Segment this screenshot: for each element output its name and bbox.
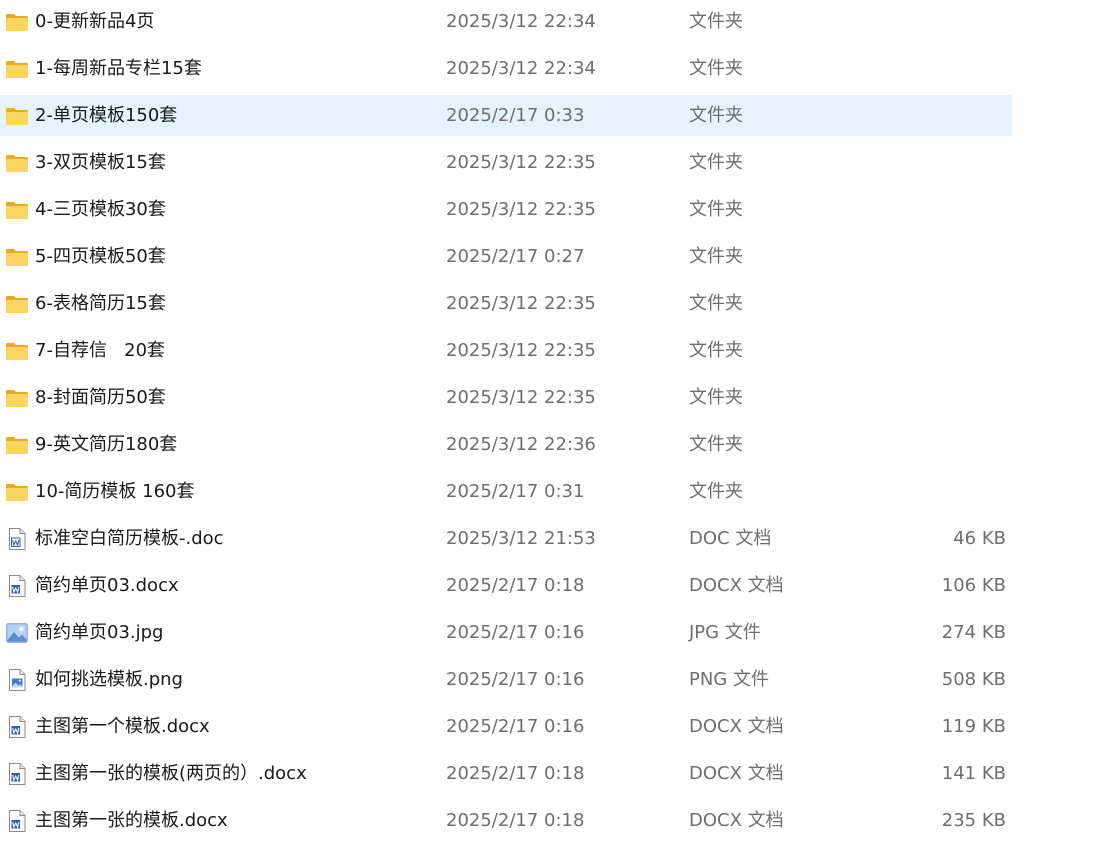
file-size: 274 KB bbox=[941, 622, 1006, 643]
word-doc-icon bbox=[5, 527, 29, 551]
folder-icon bbox=[5, 57, 29, 81]
folder-icon bbox=[5, 480, 29, 504]
file-row[interactable]: 5-四页模板50套 2025/2/17 0:27 文件夹 bbox=[0, 236, 1012, 277]
file-date-modified: 2025/2/17 0:18 bbox=[446, 810, 585, 831]
file-name: 主图第一张的模板.docx bbox=[35, 810, 228, 831]
file-size: 119 KB bbox=[941, 716, 1006, 737]
file-row[interactable]: 2-单页模板150套 2025/2/17 0:33 文件夹 bbox=[0, 95, 1012, 136]
file-date-modified: 2025/2/17 0:31 bbox=[446, 481, 585, 502]
file-type: 文件夹 bbox=[689, 58, 743, 79]
file-name: 简约单页03.jpg bbox=[35, 622, 164, 643]
folder-icon bbox=[5, 386, 29, 410]
file-date-modified: 2025/2/17 0:33 bbox=[446, 105, 585, 126]
file-row[interactable]: 主图第一个模板.docx 2025/2/17 0:16 DOCX 文档 119 KB bbox=[0, 706, 1012, 747]
file-row[interactable]: 10-简历模板 160套 2025/2/17 0:31 文件夹 bbox=[0, 471, 1012, 512]
file-type: 文件夹 bbox=[689, 293, 743, 314]
file-name: 10-简历模板 160套 bbox=[35, 481, 195, 502]
file-type: PNG 文件 bbox=[689, 669, 769, 690]
file-type: 文件夹 bbox=[689, 199, 743, 220]
file-row[interactable]: 主图第一张的模板(两页的）.docx 2025/2/17 0:18 DOCX 文档 1… bbox=[0, 753, 1012, 794]
file-row[interactable]: 7-自荐信 20套 2025/3/12 22:35 文件夹 bbox=[0, 330, 1012, 371]
word-docx-icon bbox=[5, 762, 29, 786]
file-type: 文件夹 bbox=[689, 387, 743, 408]
file-type: 文件夹 bbox=[689, 152, 743, 173]
file-name: 3-双页模板15套 bbox=[35, 152, 166, 173]
file-name: 如何挑选模板.png bbox=[35, 669, 183, 690]
file-date-modified: 2025/2/17 0:16 bbox=[446, 716, 585, 737]
file-size: 106 KB bbox=[941, 575, 1006, 596]
file-type: 文件夹 bbox=[689, 105, 743, 126]
folder-icon bbox=[5, 151, 29, 175]
file-date-modified: 2025/3/12 22:35 bbox=[446, 199, 596, 220]
file-name: 0-更新新品4页 bbox=[35, 11, 155, 32]
file-date-modified: 2025/3/12 22:34 bbox=[446, 58, 596, 79]
file-type: DOCX 文档 bbox=[689, 716, 784, 737]
file-name: 主图第一个模板.docx bbox=[35, 716, 210, 737]
word-docx-icon bbox=[5, 715, 29, 739]
file-type: DOCX 文档 bbox=[689, 575, 784, 596]
file-row[interactable]: 0-更新新品4页 2025/3/12 22:34 文件夹 bbox=[0, 1, 1012, 42]
file-date-modified: 2025/3/12 22:35 bbox=[446, 293, 596, 314]
folder-icon bbox=[5, 198, 29, 222]
file-date-modified: 2025/2/17 0:16 bbox=[446, 622, 585, 643]
file-size: 508 KB bbox=[941, 669, 1006, 690]
file-size: 235 KB bbox=[941, 810, 1006, 831]
file-row[interactable]: 简约单页03.docx 2025/2/17 0:18 DOCX 文档 106 KB bbox=[0, 565, 1012, 606]
file-name: 4-三页模板30套 bbox=[35, 199, 166, 220]
file-date-modified: 2025/3/12 22:35 bbox=[446, 387, 596, 408]
file-date-modified: 2025/2/17 0:18 bbox=[446, 575, 585, 596]
file-date-modified: 2025/3/12 21:53 bbox=[446, 528, 596, 549]
file-name: 9-英文简历180套 bbox=[35, 434, 178, 455]
folder-icon bbox=[5, 10, 29, 34]
file-name: 主图第一张的模板(两页的）.docx bbox=[35, 763, 307, 784]
png-file-icon bbox=[5, 668, 29, 692]
image-icon bbox=[5, 621, 29, 645]
folder-icon bbox=[5, 104, 29, 128]
file-name: 7-自荐信 20套 bbox=[35, 340, 166, 361]
file-name: 5-四页模板50套 bbox=[35, 246, 166, 267]
file-name: 2-单页模板150套 bbox=[35, 105, 178, 126]
file-type: 文件夹 bbox=[689, 246, 743, 267]
file-date-modified: 2025/2/17 0:16 bbox=[446, 669, 585, 690]
file-name: 8-封面简历50套 bbox=[35, 387, 166, 408]
file-date-modified: 2025/2/17 0:27 bbox=[446, 246, 585, 267]
file-type: DOCX 文档 bbox=[689, 763, 784, 784]
file-type: 文件夹 bbox=[689, 481, 743, 502]
file-row[interactable]: 如何挑选模板.png 2025/2/17 0:16 PNG 文件 508 KB bbox=[0, 659, 1012, 700]
file-row[interactable]: 4-三页模板30套 2025/3/12 22:35 文件夹 bbox=[0, 189, 1012, 230]
file-date-modified: 2025/2/17 0:18 bbox=[446, 763, 585, 784]
file-row[interactable]: 3-双页模板15套 2025/3/12 22:35 文件夹 bbox=[0, 142, 1012, 183]
file-size: 46 KB bbox=[953, 528, 1006, 549]
file-date-modified: 2025/3/12 22:34 bbox=[446, 11, 596, 32]
file-type: DOCX 文档 bbox=[689, 810, 784, 831]
file-type: 文件夹 bbox=[689, 11, 743, 32]
file-type: 文件夹 bbox=[689, 434, 743, 455]
file-date-modified: 2025/3/12 22:36 bbox=[446, 434, 596, 455]
word-docx-icon bbox=[5, 574, 29, 598]
file-name: 6-表格简历15套 bbox=[35, 293, 166, 314]
file-type: DOC 文档 bbox=[689, 528, 772, 549]
folder-icon bbox=[5, 245, 29, 269]
file-name: 1-每周新品专栏15套 bbox=[35, 58, 202, 79]
file-type: 文件夹 bbox=[689, 340, 743, 361]
folder-icon bbox=[5, 433, 29, 457]
file-row[interactable]: 6-表格简历15套 2025/3/12 22:35 文件夹 bbox=[0, 283, 1012, 324]
file-date-modified: 2025/3/12 22:35 bbox=[446, 340, 596, 361]
file-name: 简约单页03.docx bbox=[35, 575, 179, 596]
file-row[interactable]: 1-每周新品专栏15套 2025/3/12 22:34 文件夹 bbox=[0, 48, 1012, 89]
file-row[interactable]: 简约单页03.jpg 2025/2/17 0:16 JPG 文件 274 KB bbox=[0, 612, 1012, 653]
file-name: 标准空白简历模板-.doc bbox=[35, 528, 224, 549]
file-row[interactable]: 主图第一张的模板.docx 2025/2/17 0:18 DOCX 文档 235 KB bbox=[0, 800, 1012, 841]
file-row[interactable]: 9-英文简历180套 2025/3/12 22:36 文件夹 bbox=[0, 424, 1012, 465]
file-type: JPG 文件 bbox=[689, 622, 761, 643]
folder-icon bbox=[5, 339, 29, 363]
file-list: 0-更新新品4页 2025/3/12 22:34 文件夹 1-每周新品专栏15套 202… bbox=[0, 0, 1120, 853]
folder-icon bbox=[5, 292, 29, 316]
word-docx-icon bbox=[5, 809, 29, 833]
file-row[interactable]: 8-封面简历50套 2025/3/12 22:35 文件夹 bbox=[0, 377, 1012, 418]
file-date-modified: 2025/3/12 22:35 bbox=[446, 152, 596, 173]
file-row[interactable]: 标准空白简历模板-.doc 2025/3/12 21:53 DOC 文档 46 KB bbox=[0, 518, 1012, 559]
file-size: 141 KB bbox=[941, 763, 1006, 784]
